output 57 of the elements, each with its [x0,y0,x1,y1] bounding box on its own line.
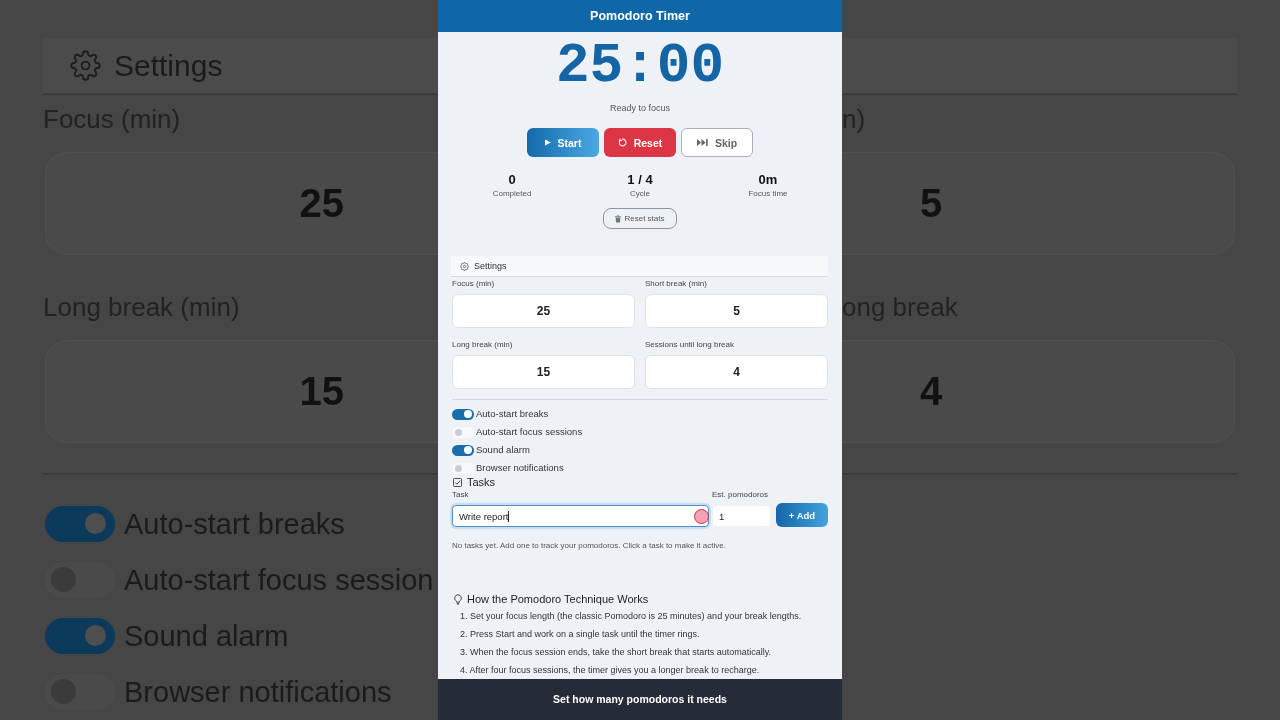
skip-button[interactable]: Skip [681,128,753,157]
stat-value: 0m [758,172,778,187]
stat-label: Completed [492,188,532,199]
reset-icon [617,138,627,147]
reset-button[interactable]: Reset [604,128,676,157]
gear-icon [460,261,469,271]
stat-value: 0 [508,172,516,187]
number-input[interactable]: 5 [645,294,828,328]
toggle-switch[interactable] [452,426,474,438]
field-label: Focus (min) [452,279,495,289]
empty-tasks-message: No tasks yet. Add one to track your pomodoros. Click a task to make it active. [452,541,726,551]
timer-display: 25:00 [556,38,724,94]
number-field: 15 [45,340,438,443]
field-label: Sessions until long break [645,340,734,350]
play-icon [544,139,551,146]
task-input[interactable]: Write report [452,505,709,527]
number-input[interactable]: 15 [452,355,635,389]
step-text: 2. Press Start and work on a single task until the timer rings. [460,628,700,641]
settings-header[interactable]: Settings [451,256,828,277]
field-label: Long break (min) [452,340,513,350]
section-title: How the Pomodoro Technique Works [467,593,649,606]
text-cursor-icon [508,510,510,522]
number-field: 5 [842,152,1235,255]
field-label: Est. pomodoros [712,490,769,500]
number-field: 4 [842,340,1235,443]
number-field: 25 [45,152,438,255]
trash-icon [615,214,622,223]
stat-label: Focus time [748,188,788,199]
section-title: Tasks [467,476,496,488]
step-text: 4. After four focus sessions, the timer gives you a longer break to recharge. [460,664,760,677]
checkbox-icon [453,477,462,487]
caption-text: Set how many pomodoros it needs [553,693,727,706]
tap-dot-icon [694,509,709,524]
app-title: Pomodoro Timer [590,8,690,24]
timer-status: Ready to focus [609,102,670,114]
toggle-label: Auto-start focus sessions [476,426,583,438]
stat-value: 1 / 4 [627,172,653,187]
section-title: Settings [474,260,507,272]
lightbulb-icon [454,594,462,605]
toggle-label: Auto-start breaks [476,408,549,420]
gear-icon [70,50,101,81]
number-input[interactable]: 1 [712,505,771,527]
field-label: Short break (min) [645,279,707,289]
number-input[interactable]: 4 [645,355,828,389]
step-text: 1. Set your focus length (the classic Pomodoro is 25 minutes) and your break lengths. [460,610,802,623]
stat-label: Cycle [630,188,650,199]
number-input[interactable]: 25 [452,294,635,328]
toggle-label: Sound alarm [476,444,530,456]
step-text: 3. When the focus session ends, take the short break that starts automatically. [460,646,771,659]
skip-icon [696,139,708,146]
toggle-switch[interactable] [452,444,474,456]
add-button[interactable]: + Add [776,503,828,527]
field-label: Task [452,490,469,500]
toggle-label: Browser notifications [476,462,564,474]
toggle-switch[interactable] [452,408,474,420]
toggle-switch[interactable] [452,462,474,474]
reset-stats-button[interactable]: Reset stats [603,208,677,229]
